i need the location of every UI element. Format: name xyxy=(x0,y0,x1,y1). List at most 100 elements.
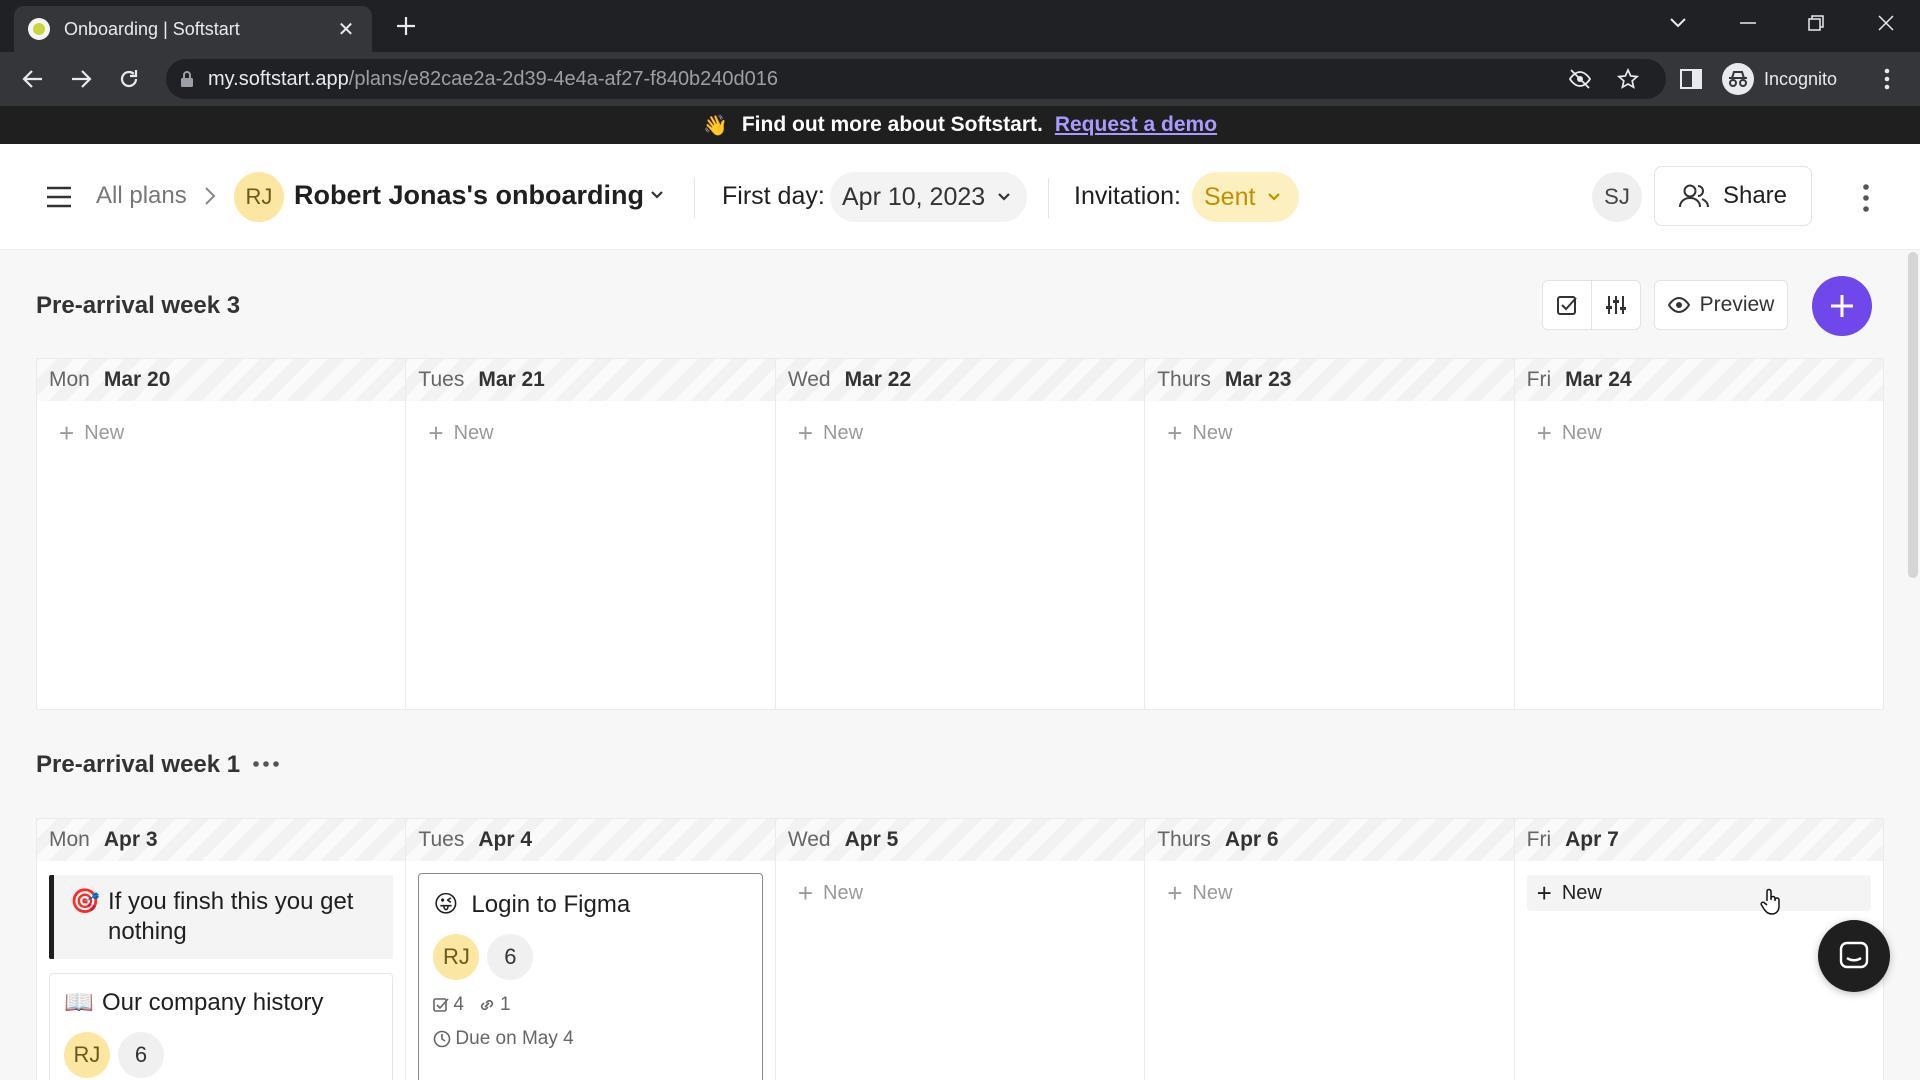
forward-button[interactable] xyxy=(64,62,98,96)
assignee-avatar: RJ xyxy=(64,1032,110,1078)
filter-settings-button[interactable] xyxy=(1591,280,1641,330)
incognito-icon xyxy=(1722,63,1754,95)
day-column: Thurs Apr 6 + New xyxy=(1145,819,1515,1080)
section-options-button[interactable] xyxy=(250,752,282,776)
divider xyxy=(694,178,695,218)
browser-toolbar: my.softstart.app/plans/e82cae2a-2d39-4e4… xyxy=(0,52,1920,106)
first-day-picker[interactable]: Apr 10, 2023 xyxy=(830,172,1028,222)
first-day-label: First day: xyxy=(722,182,825,210)
day-header: Tues Apr 4 xyxy=(406,819,775,861)
invitation-status-dropdown[interactable]: Sent xyxy=(1192,172,1300,222)
new-item-button[interactable]: + New xyxy=(788,875,1132,911)
day-header: Thurs Mar 23 xyxy=(1145,359,1514,401)
all-plans-link[interactable]: All plans xyxy=(96,182,187,210)
waving-hand-icon: 👋 xyxy=(702,114,728,137)
eye-icon xyxy=(1667,297,1690,313)
assignee-count: 6 xyxy=(118,1032,164,1078)
restore-button[interactable] xyxy=(1794,6,1838,40)
new-item-button[interactable]: + New xyxy=(49,415,393,451)
close-tab-icon[interactable]: ✕ xyxy=(334,17,358,42)
task-card[interactable]: 📖 Our company history RJ 6 xyxy=(49,973,394,1080)
browser-tab-strip: Onboarding | Softstart ✕ xyxy=(0,0,1920,52)
invitation-label: Invitation: xyxy=(1074,182,1182,210)
milestone-card[interactable]: 🎯 If you finsh this you get nothing xyxy=(49,875,394,959)
target-icon: 🎯 xyxy=(70,888,100,915)
incognito-indicator[interactable]: Incognito xyxy=(1722,59,1837,99)
hamburger-icon xyxy=(47,186,71,208)
plus-icon: + xyxy=(797,878,813,908)
section-title[interactable]: Pre-arrival week 3 xyxy=(36,292,240,320)
support-chat-button[interactable] xyxy=(1818,920,1890,992)
plan-header: All plans RJ Robert Jonas's onboarding F… xyxy=(0,144,1920,250)
new-item-button[interactable]: + New xyxy=(418,415,762,451)
day-column: Thurs Mar 23 + New xyxy=(1145,359,1515,709)
minimize-button[interactable] xyxy=(1726,6,1770,40)
day-column: Mon Apr 3 🎯 If you finsh this you get not… xyxy=(37,819,407,1080)
add-item-button[interactable] xyxy=(1812,276,1872,336)
plus-icon: + xyxy=(1536,878,1552,908)
assignee-count: 6 xyxy=(487,934,534,980)
request-demo-link[interactable]: Request a demo xyxy=(1055,113,1217,137)
card-title: If you finsh this you get nothing xyxy=(108,888,354,945)
section-title[interactable]: Pre-arrival week 1 xyxy=(36,751,240,779)
card-title: Our company history xyxy=(102,989,324,1016)
plus-icon: + xyxy=(59,418,75,448)
new-item-button[interactable]: + New xyxy=(1526,875,1872,911)
week-grid: Mon Apr 3 🎯 If you finsh this you get not… xyxy=(36,818,1884,1080)
chevron-right-icon xyxy=(204,186,216,206)
assignee-avatar: RJ xyxy=(433,934,480,980)
star-icon[interactable] xyxy=(1616,67,1640,91)
plan-dropdown-chevron-icon[interactable] xyxy=(650,190,664,200)
browser-tab[interactable]: Onboarding | Softstart ✕ xyxy=(14,6,372,52)
banner-text: Find out more about Softstart. xyxy=(741,113,1043,136)
reload-button[interactable] xyxy=(112,62,146,96)
restore-icon xyxy=(1808,15,1824,31)
divider xyxy=(1048,178,1049,218)
chat-icon xyxy=(1839,941,1869,969)
new-tab-button[interactable] xyxy=(390,10,422,42)
new-item-button[interactable]: + New xyxy=(788,415,1132,451)
sliders-icon xyxy=(1606,296,1626,314)
checklist-count: 4 xyxy=(433,994,464,1016)
preview-button[interactable]: Preview xyxy=(1654,280,1788,330)
checklist-view-button[interactable] xyxy=(1542,280,1592,330)
link-count: 1 xyxy=(478,994,511,1016)
checkbox-icon xyxy=(433,998,450,1012)
eye-slash-icon[interactable] xyxy=(1568,67,1592,91)
plus-icon: + xyxy=(428,418,444,448)
day-column: Wed Apr 5 + New xyxy=(775,819,1146,1080)
day-header: Fri Apr 7 xyxy=(1514,819,1884,861)
page-scrollbar[interactable] xyxy=(1908,252,1918,578)
plus-icon xyxy=(1831,295,1853,317)
task-card[interactable]: 😜 Login to Figma RJ 6 4 1 Due on May 4 xyxy=(418,873,763,1080)
close-window-button[interactable] xyxy=(1864,6,1908,40)
day-header: Thurs Apr 6 xyxy=(1145,819,1514,861)
arrow-left-icon xyxy=(22,70,42,88)
arrow-right-icon xyxy=(72,70,92,88)
address-bar[interactable]: my.softstart.app/plans/e82cae2a-2d39-4e4… xyxy=(166,59,1666,99)
chevron-down-icon xyxy=(997,192,1011,202)
more-options-button[interactable] xyxy=(1858,180,1874,216)
user-avatar[interactable]: SJ xyxy=(1592,172,1642,222)
back-button[interactable] xyxy=(16,62,50,96)
reload-icon xyxy=(120,70,138,88)
open-book-icon: 📖 xyxy=(64,989,94,1016)
new-item-button[interactable]: + New xyxy=(1157,415,1501,451)
tab-search-button[interactable] xyxy=(1656,6,1700,40)
winking-face-icon: 😜 xyxy=(433,891,459,918)
day-column: Tues Apr 4 😜 Login to Figma RJ 6 4 1 Due… xyxy=(406,819,776,1080)
day-header: Wed Apr 5 xyxy=(775,819,1145,861)
browser-menu-button[interactable] xyxy=(1870,62,1904,96)
menu-button[interactable] xyxy=(44,184,74,210)
side-panel-button[interactable] xyxy=(1674,62,1708,96)
plan-title[interactable]: Robert Jonas's onboarding xyxy=(294,180,644,211)
new-item-button[interactable]: + New xyxy=(1527,415,1871,451)
url-text: my.softstart.app/plans/e82cae2a-2d39-4e4… xyxy=(208,67,779,90)
promo-banner: 👋 Find out more about Softstart. Request… xyxy=(0,106,1920,144)
link-icon xyxy=(480,999,494,1011)
share-button[interactable]: Share xyxy=(1654,166,1812,226)
day-column: Wed Mar 22 + New xyxy=(775,359,1146,709)
new-item-button[interactable]: + New xyxy=(1157,875,1501,911)
hand-pointer-cursor-icon xyxy=(1760,888,1782,916)
share-label: Share xyxy=(1722,182,1788,209)
